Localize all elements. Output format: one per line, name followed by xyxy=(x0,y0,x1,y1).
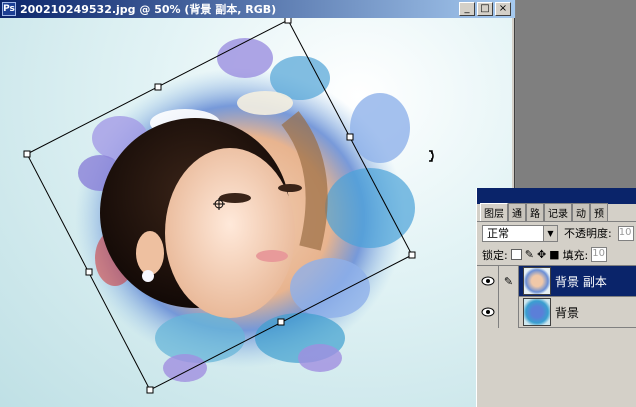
document-window[interactable]: Ps 200210249532.jpg @ 50% (背景 副本, RGB) _… xyxy=(0,0,515,407)
rotate-cursor-icon xyxy=(429,150,434,162)
tab-history[interactable]: 记录 xyxy=(544,203,572,221)
lock-transparency-icon[interactable] xyxy=(510,249,522,260)
fill-input[interactable]: 10 xyxy=(591,247,608,262)
blend-mode-select[interactable]: 正常 ▼ xyxy=(482,224,558,242)
layer-name: 背景 副本 xyxy=(555,274,607,289)
lock-move-icon[interactable]: ✥ xyxy=(537,248,546,261)
lock-label: 锁定: xyxy=(482,248,508,262)
opacity-input[interactable]: 10 xyxy=(617,225,634,241)
image-canvas[interactable] xyxy=(0,18,512,407)
tab-layers[interactable]: 图层 xyxy=(480,203,508,221)
lock-paint-icon[interactable]: ✎ xyxy=(525,248,534,261)
photoshop-workspace: Ps 200210249532.jpg @ 50% (背景 副本, RGB) _… xyxy=(0,0,636,407)
opacity-label: 不透明度: xyxy=(564,227,612,240)
photoshop-document-icon[interactable]: Ps xyxy=(2,2,16,16)
layer-link-cell[interactable] xyxy=(499,296,519,328)
paintbrush-icon: ✎ xyxy=(499,265,519,297)
tab-channels[interactable]: 通 xyxy=(508,203,526,221)
document-titlebar[interactable]: Ps 200210249532.jpg @ 50% (背景 副本, RGB) _… xyxy=(0,0,515,18)
layers-panel[interactable]: 图层 通 路 记录 动 预 正常 ▼ 不透明度: 10 锁定: ✎ ✥ ■ 填充… xyxy=(476,188,636,407)
canvas-artwork xyxy=(23,18,434,394)
close-button[interactable]: × xyxy=(495,2,511,16)
document-title: 200210249532.jpg @ 50% (背景 副本, RGB) xyxy=(20,3,277,16)
tab-actions[interactable]: 动 xyxy=(572,203,590,221)
eye-icon[interactable] xyxy=(477,265,499,297)
layer-thumbnail xyxy=(523,298,551,326)
layer-row-background-copy[interactable]: ✎ 背景 副本 xyxy=(477,265,636,297)
layers-panel-titlebar[interactable] xyxy=(477,188,636,204)
fill-label: 填充: xyxy=(562,248,589,262)
eye-icon[interactable] xyxy=(477,296,499,328)
maximize-button[interactable]: □ xyxy=(477,2,493,16)
layer-row-background[interactable]: 背景 xyxy=(477,296,636,328)
lock-all-icon[interactable]: ■ xyxy=(549,248,559,261)
chevron-down-icon[interactable]: ▼ xyxy=(543,225,557,241)
tab-paths[interactable]: 路 xyxy=(526,203,544,221)
layer-name: 背景 xyxy=(555,305,580,320)
minimize-button[interactable]: _ xyxy=(459,2,475,16)
tab-presets[interactable]: 预 xyxy=(590,203,608,221)
layer-thumbnail xyxy=(523,267,551,295)
workspace-background xyxy=(516,0,636,188)
layers-panel-tabs: 图层 通 路 记录 动 预 xyxy=(477,203,636,222)
blend-mode-value: 正常 xyxy=(487,227,509,240)
